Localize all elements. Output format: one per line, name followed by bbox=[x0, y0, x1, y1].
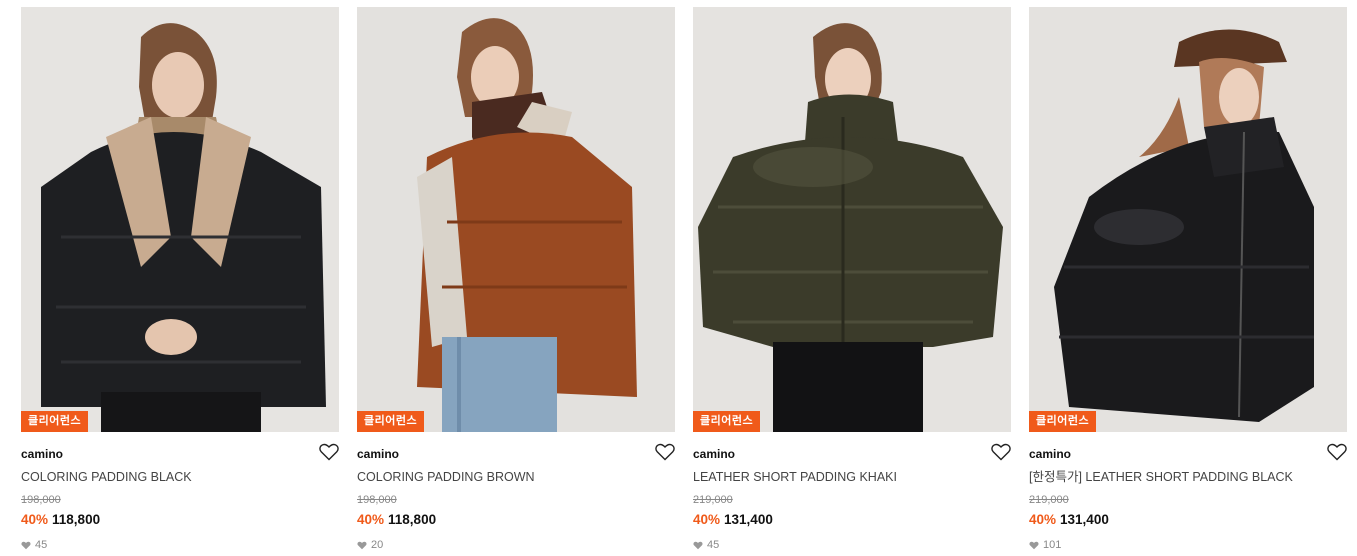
original-price: 198,000 bbox=[21, 494, 61, 506]
sale-price: 131,400 bbox=[1060, 512, 1109, 527]
like-count: 45 bbox=[707, 539, 720, 551]
product-name[interactable]: COLORING PADDING BROWN bbox=[357, 469, 675, 485]
like-count-row: 101 bbox=[1029, 538, 1347, 552]
heart-filled-icon bbox=[357, 541, 367, 549]
price-row: 40% 131,400 bbox=[693, 511, 1011, 528]
product-image[interactable]: 클리어런스 bbox=[1029, 7, 1347, 432]
product-card[interactable]: 클리어런스 camino [한정특가] LEATHER SHORT PADDIN… bbox=[1029, 7, 1347, 556]
discount-rate: 40% bbox=[1029, 512, 1057, 527]
product-photo bbox=[693, 7, 1011, 432]
like-count-row: 20 bbox=[357, 538, 675, 552]
product-image[interactable]: 클리어런스 bbox=[693, 7, 1011, 432]
discount-rate: 40% bbox=[357, 512, 385, 527]
product-image[interactable]: 클리어런스 bbox=[21, 7, 339, 432]
clearance-badge: 클리어런스 bbox=[357, 411, 425, 432]
like-count-row: 45 bbox=[693, 538, 1011, 552]
discount-rate: 40% bbox=[21, 512, 49, 527]
original-price: 219,000 bbox=[1029, 494, 1069, 506]
product-photo bbox=[1029, 7, 1347, 432]
original-price: 198,000 bbox=[357, 494, 397, 506]
product-photo bbox=[357, 7, 675, 432]
price-row: 40% 118,800 bbox=[21, 511, 339, 528]
product-name[interactable]: LEATHER SHORT PADDING KHAKI bbox=[693, 469, 1011, 485]
heart-icon[interactable] bbox=[655, 443, 675, 461]
product-photo bbox=[21, 7, 339, 432]
product-name[interactable]: COLORING PADDING BLACK bbox=[21, 469, 339, 485]
heart-filled-icon bbox=[1029, 541, 1039, 549]
heart-filled-icon bbox=[21, 541, 31, 549]
brand-name[interactable]: camino bbox=[1029, 446, 1347, 462]
sale-price: 118,800 bbox=[388, 512, 437, 527]
price-row: 40% 131,400 bbox=[1029, 511, 1347, 528]
product-card[interactable]: 클리어런스 camino COLORING PADDING BLACK 198,… bbox=[21, 7, 339, 556]
clearance-badge: 클리어런스 bbox=[1029, 411, 1097, 432]
heart-icon[interactable] bbox=[991, 443, 1011, 461]
brand-name[interactable]: camino bbox=[357, 446, 675, 462]
heart-filled-icon bbox=[693, 541, 703, 549]
brand-name[interactable]: camino bbox=[693, 446, 1011, 462]
discount-rate: 40% bbox=[693, 512, 721, 527]
product-card[interactable]: 클리어런스 camino LEATHER SHORT PADDING KHAKI… bbox=[693, 7, 1011, 556]
price-row: 40% 118,800 bbox=[357, 511, 675, 528]
product-name[interactable]: [한정특가] LEATHER SHORT PADDING BLACK bbox=[1029, 469, 1347, 485]
original-price: 219,000 bbox=[693, 494, 733, 506]
like-count: 45 bbox=[35, 539, 48, 551]
clearance-badge: 클리어런스 bbox=[21, 411, 89, 432]
product-image[interactable]: 클리어런스 bbox=[357, 7, 675, 432]
sale-price: 131,400 bbox=[724, 512, 773, 527]
like-count: 101 bbox=[1043, 539, 1062, 551]
brand-name[interactable]: camino bbox=[21, 446, 339, 462]
heart-icon[interactable] bbox=[319, 443, 339, 461]
product-grid: 클리어런스 camino COLORING PADDING BLACK 198,… bbox=[0, 0, 1357, 556]
sale-price: 118,800 bbox=[52, 512, 101, 527]
clearance-badge: 클리어런스 bbox=[693, 411, 761, 432]
like-count: 20 bbox=[371, 539, 384, 551]
product-card[interactable]: 클리어런스 camino COLORING PADDING BROWN 198,… bbox=[357, 7, 675, 556]
heart-icon[interactable] bbox=[1327, 443, 1347, 461]
like-count-row: 45 bbox=[21, 538, 339, 552]
